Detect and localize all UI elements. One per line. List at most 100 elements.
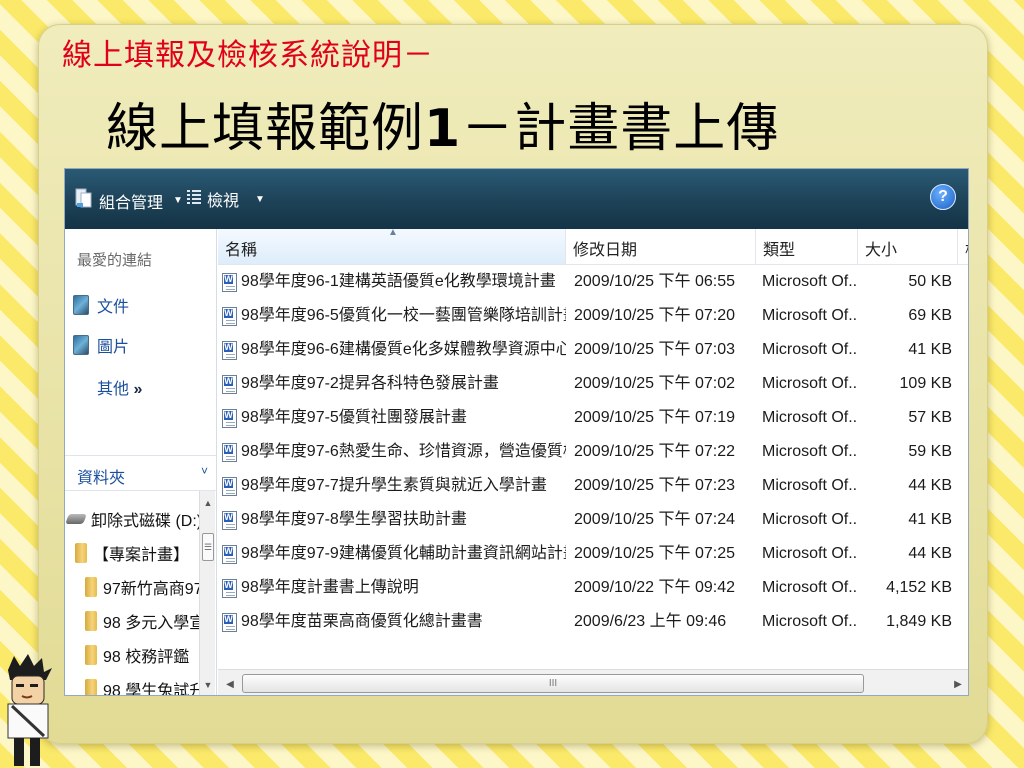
- help-icon[interactable]: ?: [930, 184, 956, 210]
- file-modified: 2009/6/23 上午 09:46: [574, 613, 727, 630]
- word-document-icon: [222, 612, 237, 632]
- file-type: Microsoft Of...: [762, 545, 858, 562]
- tree-item-projects[interactable]: 【專案計畫】: [75, 541, 189, 565]
- file-name: 98學年度97-8學生學習扶助計畫: [241, 511, 467, 528]
- folder-tree: 卸除式磁碟 (D:) 【專案計畫】 97新竹高商97: 98 多元入學宣 98 …: [65, 495, 201, 696]
- file-name: 98學年度97-9建構優質化輔助計畫資訊網站計畫: [241, 545, 566, 562]
- tree-item-label: 98 多元入學宣: [103, 615, 201, 632]
- tree-item-label: 98 學生兔試升: [103, 683, 201, 696]
- file-type: Microsoft Of...: [762, 511, 858, 528]
- word-document-icon: [222, 374, 237, 394]
- views-label: 檢視: [207, 193, 240, 210]
- organize-label: 組合管理: [99, 194, 164, 212]
- folder-tree-scrollbar[interactable]: ▲ ☰ ▼: [199, 491, 216, 695]
- file-modified: 2009/10/25 下午 07:23: [574, 477, 736, 494]
- column-header-name[interactable]: ▲ 名稱: [218, 227, 566, 265]
- slide-subtitle: 線上填報及檢核系統說明－: [62, 38, 434, 73]
- file-name: 98學年度96-6建構優質e化多媒體教學資源中心計畫: [241, 341, 566, 358]
- file-row[interactable]: 98學年度97-2提昇各科特色發展計畫 2009/10/25 下午 07:02 …: [218, 367, 968, 401]
- folders-label: 資料夾: [77, 470, 126, 487]
- organize-icon: [75, 187, 93, 214]
- tree-item[interactable]: 97新竹高商97:: [85, 575, 201, 599]
- scroll-up-icon[interactable]: ▲: [200, 495, 216, 511]
- folder-icon: [85, 645, 97, 665]
- file-size: 4,152 KB: [886, 579, 952, 596]
- sort-ascending-icon: ▲: [388, 227, 398, 238]
- tree-item-label: 97新竹高商97:: [103, 581, 201, 598]
- file-name: 98學年度97-6熱愛生命、珍惜資源，營造優質校園...: [241, 443, 566, 460]
- word-document-icon: [222, 578, 237, 598]
- file-modified: 2009/10/25 下午 07:24: [574, 511, 736, 528]
- folder-icon: [85, 577, 97, 597]
- nav-more-label: 其他: [97, 381, 130, 398]
- column-header-tags[interactable]: 標: [958, 229, 968, 265]
- file-row[interactable]: 98學年度97-5優質社團發展計畫 2009/10/25 下午 07:19 Mi…: [218, 401, 968, 435]
- file-row[interactable]: 98學年度苗栗高商優質化總計畫書 2009/6/23 上午 09:46 Micr…: [218, 605, 968, 639]
- tree-item-drive-d[interactable]: 卸除式磁碟 (D:): [65, 507, 201, 531]
- word-document-icon: [222, 510, 237, 530]
- file-row[interactable]: 98學年度96-1建構英語優質e化教學環境計畫 2009/10/25 下午 06…: [218, 265, 968, 299]
- word-document-icon: [222, 442, 237, 462]
- file-size: 41 KB: [908, 341, 952, 358]
- file-row[interactable]: 98學年度97-8學生學習扶助計畫 2009/10/25 下午 07:24 Mi…: [218, 503, 968, 537]
- tree-item-label: 卸除式磁碟 (D:): [91, 513, 201, 530]
- file-type: Microsoft Of...: [762, 477, 858, 494]
- column-header-label: 類型: [763, 242, 796, 259]
- word-document-icon: [222, 340, 237, 360]
- documents-library-icon: [73, 295, 89, 315]
- file-size: 69 KB: [908, 307, 952, 324]
- file-name: 98學年度96-5優質化一校一藝團管樂隊培訓計畫: [241, 307, 566, 324]
- column-header-label: 名稱: [225, 242, 258, 259]
- nav-link-more[interactable]: 其他 »: [97, 375, 142, 399]
- column-header-size[interactable]: 大小: [858, 229, 958, 265]
- tree-item[interactable]: 98 學生兔試升: [85, 677, 201, 696]
- file-modified: 2009/10/25 下午 07:22: [574, 443, 736, 460]
- nav-link-pictures[interactable]: 圖片: [73, 333, 129, 357]
- file-type: Microsoft Of...: [762, 307, 858, 324]
- scroll-down-icon[interactable]: ▼: [200, 677, 216, 693]
- file-modified: 2009/10/25 下午 06:55: [574, 273, 736, 290]
- file-size: 44 KB: [908, 545, 952, 562]
- tree-item[interactable]: 98 多元入學宣: [85, 609, 201, 633]
- tree-item[interactable]: 98 校務評鑑: [85, 643, 189, 667]
- word-document-icon: [222, 476, 237, 496]
- word-document-icon: [222, 408, 237, 428]
- file-row[interactable]: 98學年度計畫書上傳說明 2009/10/22 下午 09:42 Microso…: [218, 571, 968, 605]
- slide-title-suffix: －計畫書上傳: [461, 99, 780, 159]
- file-type: Microsoft Of...: [762, 409, 858, 426]
- file-size: 109 KB: [899, 375, 952, 392]
- views-icon: [187, 189, 201, 210]
- file-name: 98學年度97-2提昇各科特色發展計畫: [241, 375, 499, 392]
- horizontal-scrollbar[interactable]: ◀ III ▶: [218, 669, 968, 695]
- views-button[interactable]: 檢視 ▼: [187, 187, 265, 211]
- column-header-type[interactable]: 類型: [756, 229, 858, 265]
- views-dropdown-icon: ▼: [255, 193, 265, 205]
- command-bar: 組合管理 ▼ 檢視 ▼ ?: [65, 169, 968, 229]
- file-type: Microsoft Of...: [762, 579, 858, 596]
- folder-icon: [85, 679, 97, 695]
- file-row[interactable]: 98學年度97-6熱愛生命、珍惜資源，營造優質校園... 2009/10/25 …: [218, 435, 968, 469]
- double-chevron-right-icon: »: [133, 381, 143, 398]
- scroll-thumb[interactable]: III: [242, 674, 864, 693]
- nav-link-documents[interactable]: 文件: [73, 293, 129, 317]
- file-size: 1,849 KB: [886, 613, 952, 630]
- file-type: Microsoft Of...: [762, 341, 858, 358]
- file-type: Microsoft Of...: [762, 443, 858, 460]
- file-row[interactable]: 98學年度97-9建構優質化輔助計畫資訊網站計畫 2009/10/25 下午 0…: [218, 537, 968, 571]
- file-row[interactable]: 98學年度96-5優質化一校一藝團管樂隊培訓計畫 2009/10/25 下午 0…: [218, 299, 968, 333]
- removable-drive-icon: [65, 514, 87, 524]
- file-modified: 2009/10/25 下午 07:03: [574, 341, 736, 358]
- file-row[interactable]: 98學年度97-7提升學生素質與就近入學計畫 2009/10/25 下午 07:…: [218, 469, 968, 503]
- organize-button[interactable]: 組合管理 ▼: [75, 187, 183, 214]
- folders-toggle[interactable]: 資料夾 ˅: [65, 455, 216, 491]
- scroll-left-icon[interactable]: ◀: [222, 676, 238, 692]
- file-type: Microsoft Of...: [762, 613, 858, 630]
- column-header-modified[interactable]: 修改日期: [566, 229, 756, 265]
- file-name: 98學年度苗栗高商優質化總計畫書: [241, 613, 483, 630]
- word-document-icon: [222, 306, 237, 326]
- file-row[interactable]: 98學年度96-6建構優質e化多媒體教學資源中心計畫 2009/10/25 下午…: [218, 333, 968, 367]
- word-document-icon: [222, 544, 237, 564]
- scroll-right-icon[interactable]: ▶: [950, 676, 966, 692]
- scroll-thumb[interactable]: ☰: [202, 533, 214, 561]
- pictures-library-icon: [73, 335, 89, 355]
